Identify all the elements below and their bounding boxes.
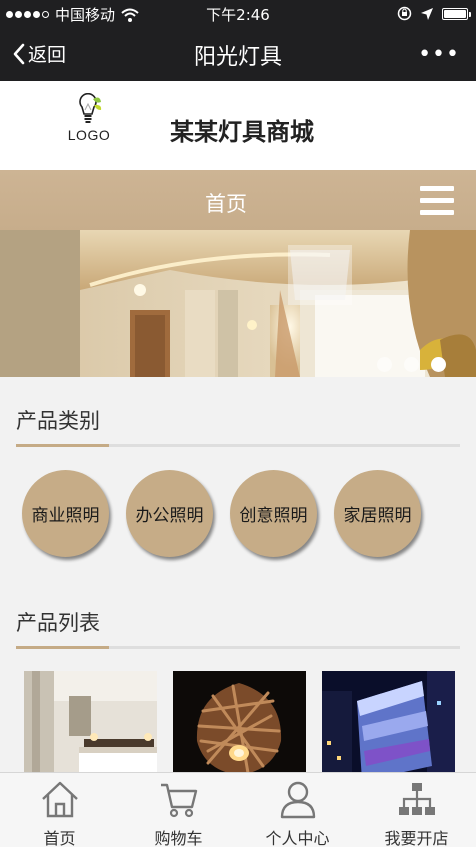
- home-icon: [41, 781, 78, 818]
- banner-pager: [377, 357, 446, 372]
- tab-open-store-label: 我要开店: [384, 829, 449, 847]
- product-item[interactable]: [173, 671, 306, 781]
- tab-profile-label: 个人中心: [265, 829, 330, 847]
- home-nav-link[interactable]: 首页: [0, 188, 452, 218]
- tab-home-label: 首页: [43, 829, 76, 847]
- menu-bar: 首页: [0, 170, 476, 230]
- logo[interactable]: LOGO: [62, 93, 116, 159]
- product-list: [24, 671, 455, 781]
- battery-icon: [442, 7, 471, 20]
- lightbulb-logo-icon: [79, 93, 102, 123]
- shop-header: LOGO 某某灯具商城: [0, 81, 476, 170]
- product-item[interactable]: [24, 671, 157, 781]
- category-creative-lighting[interactable]: 创意照明: [230, 470, 317, 557]
- tab-open-store[interactable]: 我要开店: [357, 773, 476, 847]
- nav-title: 阳光灯具: [193, 45, 282, 70]
- page: 中国移动 下午2:46 返回 阳光灯具 ••• LOGO 某某灯具商城 首页 产…: [0, 0, 476, 847]
- category-home-lighting[interactable]: 家居照明: [334, 470, 421, 557]
- woven-pendant-lamp-image: [173, 671, 306, 781]
- category-office-lighting[interactable]: 办公照明: [126, 470, 213, 557]
- user-icon: [280, 781, 315, 819]
- bedroom-lighting-image: [24, 671, 157, 781]
- products-divider: [16, 646, 460, 649]
- logo-text: LOGO: [67, 127, 111, 143]
- categories-divider: [16, 444, 460, 447]
- nav-bar: 返回 阳光灯具 •••: [0, 28, 476, 81]
- cart-icon: [160, 783, 197, 818]
- more-menu-button[interactable]: •••: [418, 42, 460, 67]
- location-arrow-icon: [421, 7, 433, 20]
- category-commercial-lighting[interactable]: 商业照明: [22, 470, 109, 557]
- product-item[interactable]: [322, 671, 455, 781]
- banner-carousel[interactable]: [0, 230, 476, 377]
- hamburger-menu-icon[interactable]: [420, 186, 454, 216]
- bottom-tab-bar: 首页 购物车 个人中心 我要开店: [0, 772, 476, 847]
- pager-dot[interactable]: [377, 357, 392, 372]
- status-bar: 中国移动 下午2:46: [0, 0, 476, 28]
- categories-title: 产品类别: [16, 409, 100, 433]
- category-list: 商业照明 办公照明 创意照明 家居照明: [22, 470, 421, 557]
- products-title: 产品列表: [16, 611, 100, 635]
- tab-home[interactable]: 首页: [0, 773, 119, 847]
- status-right: [397, 6, 471, 21]
- banner-image: [0, 230, 476, 377]
- sitemap-icon: [398, 783, 435, 815]
- orientation-lock-icon: [397, 6, 412, 21]
- shop-name: 某某灯具商城: [170, 119, 314, 146]
- tab-cart[interactable]: 购物车: [119, 773, 238, 847]
- tab-cart-label: 购物车: [154, 829, 203, 847]
- tab-profile[interactable]: 个人中心: [238, 773, 357, 847]
- pager-dot[interactable]: [404, 357, 419, 372]
- building-facade-lighting-image: [322, 671, 455, 781]
- pager-dot-active[interactable]: [431, 357, 446, 372]
